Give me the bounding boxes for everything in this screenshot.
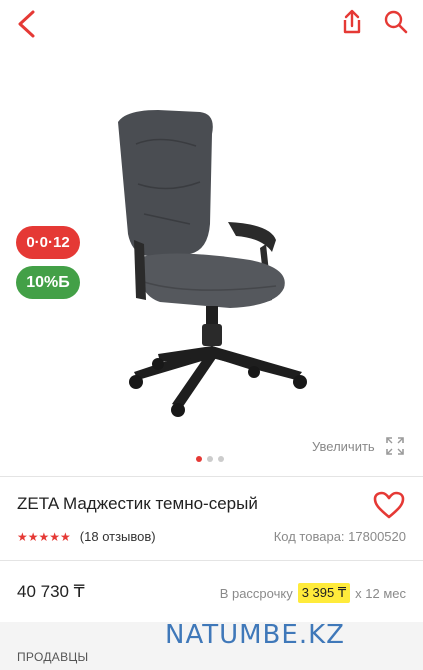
installment-info: В рассрочку 3 395 ₸ x 12 мес — [220, 583, 406, 603]
bonus-badge: 10%Б — [16, 266, 80, 299]
installment-suffix: x 12 мес — [355, 585, 406, 601]
favorite-button[interactable] — [372, 490, 406, 522]
installment-prefix: В рассрочку — [219, 585, 293, 601]
chevron-left-icon — [18, 10, 35, 38]
share-button[interactable] — [337, 4, 367, 40]
gallery-dot[interactable] — [218, 456, 224, 462]
gallery-dot[interactable] — [207, 456, 213, 462]
installment-badge: 0·0·12 — [16, 226, 80, 259]
product-image[interactable] — [40, 74, 385, 428]
product-price: 40 730 ₸ — [17, 582, 85, 601]
expand-icon — [385, 437, 404, 455]
divider — [0, 476, 423, 477]
installment-amount: 3 395 ₸ — [297, 583, 351, 603]
sellers-heading: ПРОДАВЦЫ — [17, 650, 89, 664]
zoom-label: Увеличить — [312, 438, 375, 454]
rating-stars: ★★★★★ — [17, 529, 71, 544]
divider — [0, 560, 423, 561]
heart-icon — [373, 491, 405, 519]
product-gallery[interactable]: 0·0·12 10%Б Увеличить — [0, 48, 423, 468]
gallery-dot[interactable] — [196, 456, 202, 462]
top-bar — [0, 0, 423, 48]
search-button[interactable] — [378, 4, 414, 40]
product-title: ZETA Маджестик темно-серый — [17, 494, 258, 513]
gallery-pagination — [196, 456, 224, 462]
zoom-button[interactable]: Увеличить — [312, 436, 405, 456]
product-code: Код товара: 17800520 — [273, 529, 406, 544]
reviews-link[interactable]: (18 отзывов) — [80, 529, 156, 544]
watermark-text: NATUMBE.KZ — [165, 620, 345, 650]
back-button[interactable] — [8, 6, 44, 42]
search-icon — [384, 10, 408, 34]
rating-row[interactable]: ★★★★★ (18 отзывов) — [17, 529, 156, 544]
share-icon — [343, 9, 361, 34]
